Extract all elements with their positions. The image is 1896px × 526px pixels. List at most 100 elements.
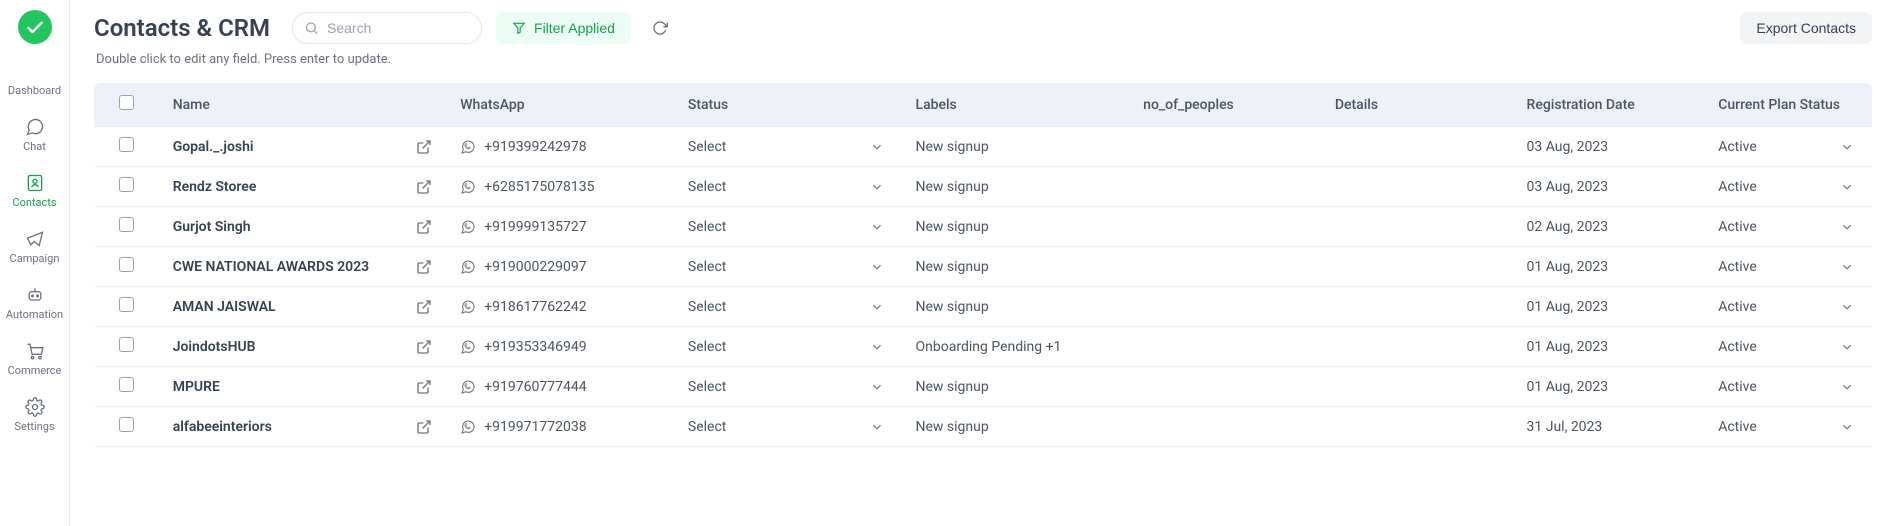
- filter-applied-button[interactable]: Filter Applied: [496, 12, 631, 44]
- open-external-icon[interactable]: [416, 259, 432, 275]
- open-external-icon[interactable]: [416, 139, 432, 155]
- cell-details[interactable]: [1321, 247, 1513, 287]
- cell-peoples[interactable]: [1129, 247, 1321, 287]
- cell-peoples[interactable]: [1129, 127, 1321, 167]
- refresh-button[interactable]: [645, 13, 675, 43]
- cell-status[interactable]: Select: [674, 207, 902, 247]
- cell-peoples[interactable]: [1129, 327, 1321, 367]
- row-checkbox[interactable]: [119, 177, 134, 192]
- row-checkbox[interactable]: [119, 297, 134, 312]
- cell-registration-date[interactable]: 03 Aug, 2023: [1513, 167, 1705, 207]
- cell-whatsapp[interactable]: +919399242978: [446, 127, 674, 167]
- cell-status[interactable]: Select: [674, 127, 902, 167]
- open-external-icon[interactable]: [416, 299, 432, 315]
- open-external-icon[interactable]: [416, 379, 432, 395]
- open-external-icon[interactable]: [416, 339, 432, 355]
- sidebar-item-chat[interactable]: Chat: [0, 108, 69, 158]
- cell-name[interactable]: Gurjot Singh: [159, 207, 447, 247]
- col-no-of-peoples[interactable]: no_of_peoples: [1129, 83, 1321, 127]
- col-registration-date[interactable]: Registration Date: [1513, 83, 1705, 127]
- col-details[interactable]: Details: [1321, 83, 1513, 127]
- cell-plan-status[interactable]: Active: [1704, 287, 1872, 327]
- cell-peoples[interactable]: [1129, 287, 1321, 327]
- cell-plan-status[interactable]: Active: [1704, 367, 1872, 407]
- row-checkbox[interactable]: [119, 257, 134, 272]
- cell-registration-date[interactable]: 03 Aug, 2023: [1513, 127, 1705, 167]
- row-checkbox[interactable]: [119, 217, 134, 232]
- cell-whatsapp[interactable]: +6285175078135: [446, 167, 674, 207]
- cell-status[interactable]: Select: [674, 367, 902, 407]
- cell-status[interactable]: Select: [674, 327, 902, 367]
- row-checkbox[interactable]: [119, 417, 134, 432]
- cell-labels[interactable]: New signup: [902, 167, 1130, 207]
- cell-registration-date[interactable]: 01 Aug, 2023: [1513, 367, 1705, 407]
- cell-labels[interactable]: New signup: [902, 207, 1130, 247]
- cell-details[interactable]: [1321, 327, 1513, 367]
- cell-status[interactable]: Select: [674, 407, 902, 447]
- cell-registration-date[interactable]: 02 Aug, 2023: [1513, 207, 1705, 247]
- cell-plan-status[interactable]: Active: [1704, 127, 1872, 167]
- cell-status[interactable]: Select: [674, 287, 902, 327]
- cell-registration-date[interactable]: 31 Jul, 2023: [1513, 407, 1705, 447]
- cell-name[interactable]: MPURE: [159, 367, 447, 407]
- cell-name[interactable]: Rendz Storee: [159, 167, 447, 207]
- export-contacts-button[interactable]: Export Contacts: [1740, 12, 1872, 44]
- cell-plan-status[interactable]: Active: [1704, 247, 1872, 287]
- cell-status[interactable]: Select: [674, 247, 902, 287]
- col-labels[interactable]: Labels: [902, 83, 1130, 127]
- col-whatsapp[interactable]: WhatsApp: [446, 83, 674, 127]
- sidebar-item-automation[interactable]: Automation: [0, 276, 69, 326]
- sidebar-item-contacts[interactable]: Contacts: [0, 164, 69, 214]
- col-plan-status[interactable]: Current Plan Status: [1704, 83, 1872, 127]
- cell-details[interactable]: [1321, 367, 1513, 407]
- cell-details[interactable]: [1321, 127, 1513, 167]
- col-name[interactable]: Name: [159, 83, 447, 127]
- cell-labels[interactable]: Onboarding Pending +1: [902, 327, 1130, 367]
- cell-details[interactable]: [1321, 407, 1513, 447]
- cell-name[interactable]: CWE NATIONAL AWARDS 2023: [159, 247, 447, 287]
- cell-whatsapp[interactable]: +918617762242: [446, 287, 674, 327]
- cell-details[interactable]: [1321, 167, 1513, 207]
- open-external-icon[interactable]: [416, 219, 432, 235]
- cell-peoples[interactable]: [1129, 407, 1321, 447]
- cell-details[interactable]: [1321, 207, 1513, 247]
- cell-plan-status[interactable]: Active: [1704, 327, 1872, 367]
- sidebar-item-settings[interactable]: Settings: [0, 388, 69, 438]
- cell-registration-date[interactable]: 01 Aug, 2023: [1513, 327, 1705, 367]
- row-checkbox[interactable]: [119, 137, 134, 152]
- cell-labels[interactable]: New signup: [902, 287, 1130, 327]
- cell-name[interactable]: AMAN JAISWAL: [159, 287, 447, 327]
- cell-name[interactable]: JoindotsHUB: [159, 327, 447, 367]
- cell-plan-status[interactable]: Active: [1704, 167, 1872, 207]
- cell-status[interactable]: Select: [674, 167, 902, 207]
- cell-plan-status[interactable]: Active: [1704, 207, 1872, 247]
- cell-plan-status[interactable]: Active: [1704, 407, 1872, 447]
- sidebar-item-dashboard[interactable]: Dashboard: [0, 52, 69, 102]
- cell-labels[interactable]: New signup: [902, 247, 1130, 287]
- cell-labels[interactable]: New signup: [902, 407, 1130, 447]
- cell-peoples[interactable]: [1129, 367, 1321, 407]
- cell-labels[interactable]: New signup: [902, 367, 1130, 407]
- row-checkbox[interactable]: [119, 337, 134, 352]
- cell-whatsapp[interactable]: +919999135727: [446, 207, 674, 247]
- open-external-icon[interactable]: [416, 419, 432, 435]
- cell-whatsapp[interactable]: +919000229097: [446, 247, 674, 287]
- cell-whatsapp[interactable]: +919760777444: [446, 367, 674, 407]
- col-status[interactable]: Status: [674, 83, 902, 127]
- row-checkbox[interactable]: [119, 377, 134, 392]
- cell-registration-date[interactable]: 01 Aug, 2023: [1513, 247, 1705, 287]
- cell-whatsapp[interactable]: +919971772038: [446, 407, 674, 447]
- sidebar-item-campaign[interactable]: Campaign: [0, 220, 69, 270]
- search-input[interactable]: [292, 12, 482, 44]
- cell-whatsapp[interactable]: +919353346949: [446, 327, 674, 367]
- cell-name[interactable]: Gopal._.joshi: [159, 127, 447, 167]
- cell-name[interactable]: alfabeeinteriors: [159, 407, 447, 447]
- select-all-checkbox[interactable]: [119, 95, 134, 110]
- open-external-icon[interactable]: [416, 179, 432, 195]
- cell-peoples[interactable]: [1129, 167, 1321, 207]
- cell-registration-date[interactable]: 01 Aug, 2023: [1513, 287, 1705, 327]
- cell-labels[interactable]: New signup: [902, 127, 1130, 167]
- cell-details[interactable]: [1321, 287, 1513, 327]
- sidebar-item-commerce[interactable]: Commerce: [0, 332, 69, 382]
- cell-peoples[interactable]: [1129, 207, 1321, 247]
